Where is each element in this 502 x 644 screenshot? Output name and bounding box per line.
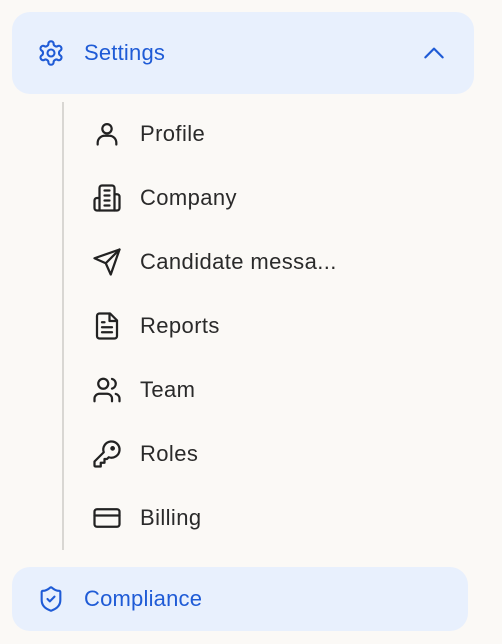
submenu-item-label: Candidate messa...: [140, 249, 337, 274]
compliance-label: Compliance: [84, 586, 203, 611]
submenu-item-candidate-messages[interactable]: Candidate messa...: [90, 242, 470, 282]
submenu-item-label: Company: [140, 185, 237, 210]
compliance-nav-item[interactable]: Compliance: [12, 567, 468, 631]
submenu-item-roles[interactable]: Roles: [90, 434, 470, 474]
settings-submenu: Profile Company Candidate messa... Repor…: [62, 102, 482, 550]
document-icon: [90, 309, 124, 343]
credit-card-icon: [90, 501, 124, 535]
settings-label: Settings: [84, 40, 166, 65]
submenu-item-label: Roles: [140, 441, 199, 466]
chevron-up-icon[interactable]: [420, 39, 448, 67]
gear-icon: [36, 38, 66, 68]
submenu-item-label: Team: [140, 377, 196, 402]
submenu-item-billing[interactable]: Billing: [90, 498, 470, 538]
submenu-item-label: Profile: [140, 121, 206, 146]
submenu-item-team[interactable]: Team: [90, 370, 470, 410]
key-icon: [90, 437, 124, 471]
submenu-item-profile[interactable]: Profile: [90, 114, 470, 154]
building-icon: [90, 181, 124, 215]
submenu-item-label: Billing: [140, 505, 202, 530]
users-icon: [90, 373, 124, 407]
submenu-item-reports[interactable]: Reports: [90, 306, 470, 346]
submenu-item-company[interactable]: Company: [90, 178, 470, 218]
settings-nav-item[interactable]: Settings: [12, 12, 474, 94]
user-icon: [90, 117, 124, 151]
send-icon: [90, 245, 124, 279]
shield-check-icon: [36, 584, 66, 614]
submenu-item-label: Reports: [140, 313, 220, 338]
